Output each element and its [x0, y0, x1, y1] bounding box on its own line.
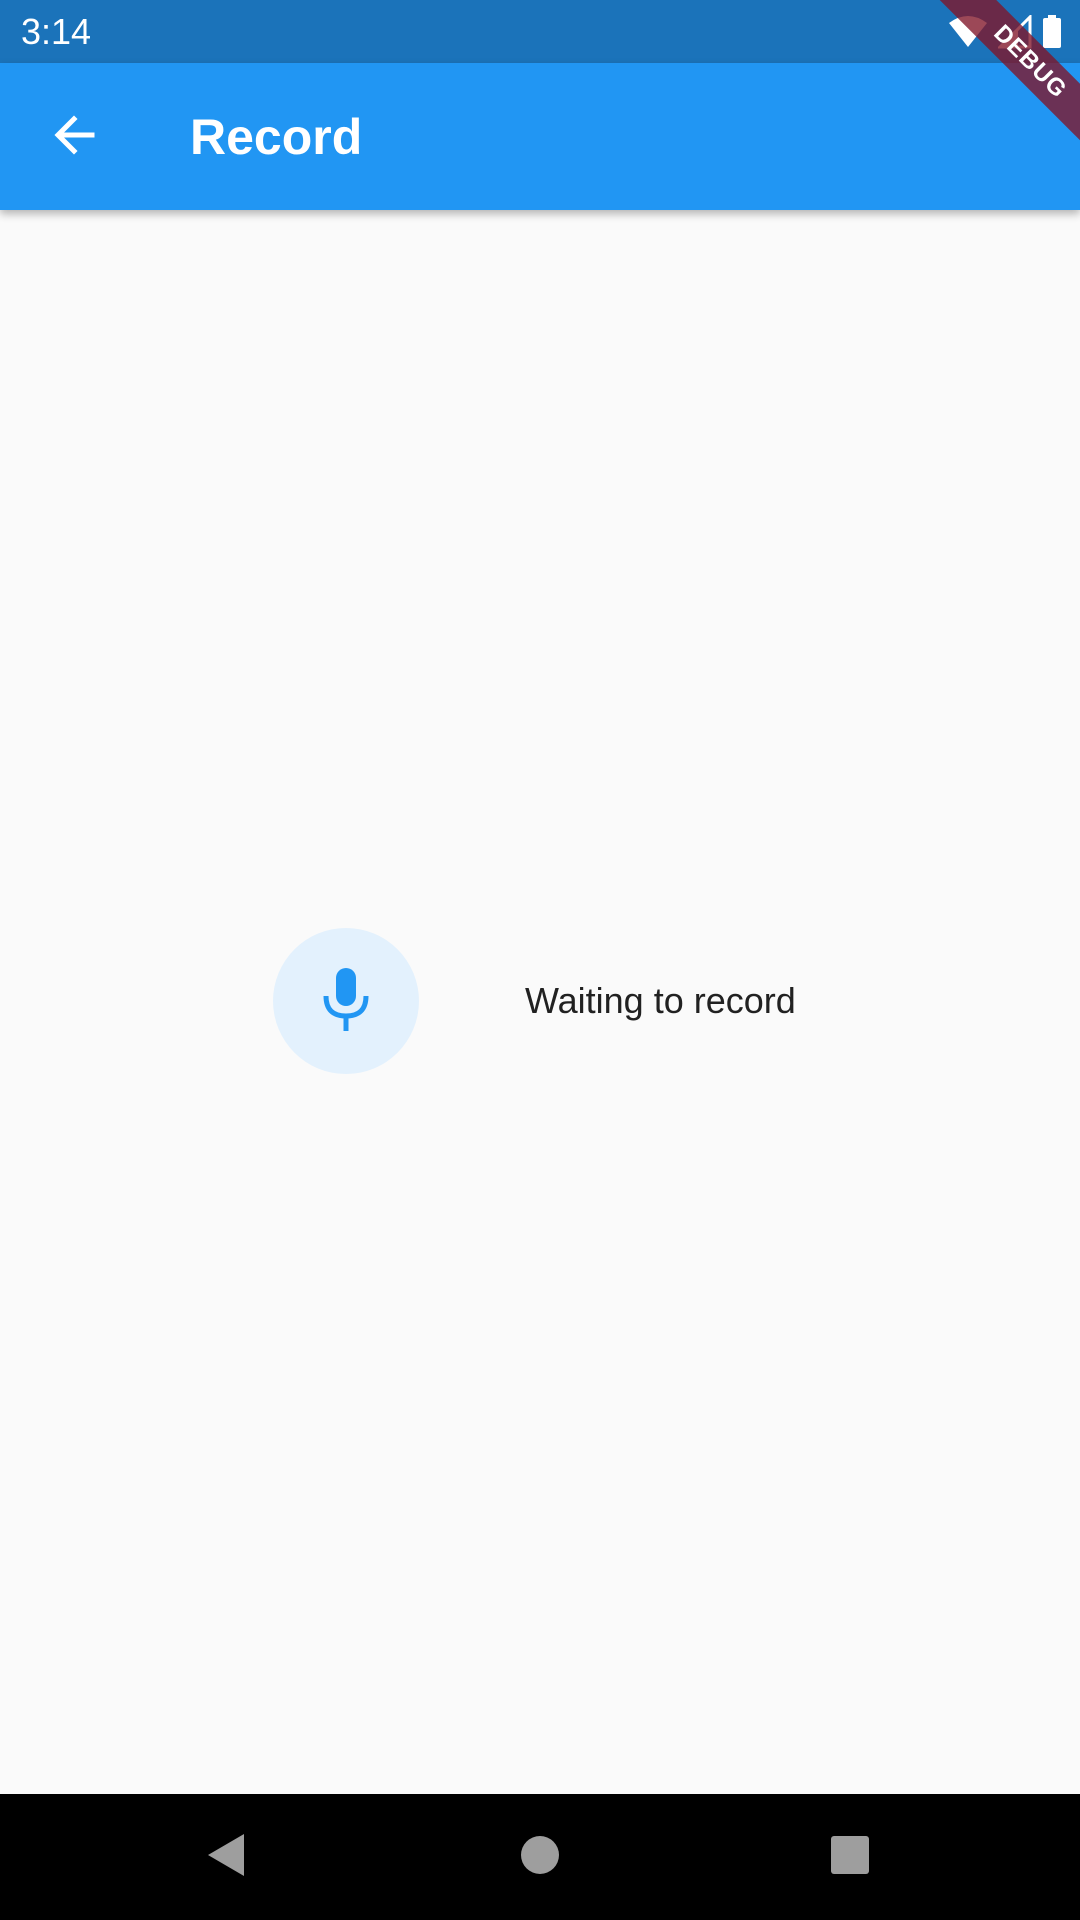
page-title: Record	[190, 109, 363, 165]
record-button[interactable]	[273, 928, 419, 1074]
system-nav-bar	[0, 1794, 1080, 1920]
mic-icon	[320, 966, 372, 1037]
battery-icon	[1042, 15, 1062, 49]
status-time: 3:14	[21, 11, 92, 52]
record-row: Waiting to record	[273, 928, 796, 1074]
wifi-icon	[948, 15, 988, 49]
status-icons	[948, 12, 1062, 52]
status-bar: 3:14	[0, 0, 1080, 63]
nav-home-button[interactable]	[510, 1827, 570, 1887]
cell-signal-icon	[998, 15, 1032, 49]
app-bar: Record	[0, 63, 1080, 210]
nav-home-icon	[520, 1835, 560, 1880]
nav-back-icon	[204, 1832, 248, 1883]
record-status-text: Waiting to record	[525, 980, 796, 1021]
nav-back-button[interactable]	[196, 1827, 256, 1887]
back-button[interactable]	[32, 95, 116, 179]
nav-recents-icon	[830, 1835, 870, 1880]
main-content: Waiting to record	[0, 210, 1080, 1794]
nav-recents-button[interactable]	[820, 1827, 880, 1887]
screen: 3:14 Record DEBUG Waiting to record	[0, 0, 1080, 1920]
arrow-back-icon	[50, 111, 98, 164]
